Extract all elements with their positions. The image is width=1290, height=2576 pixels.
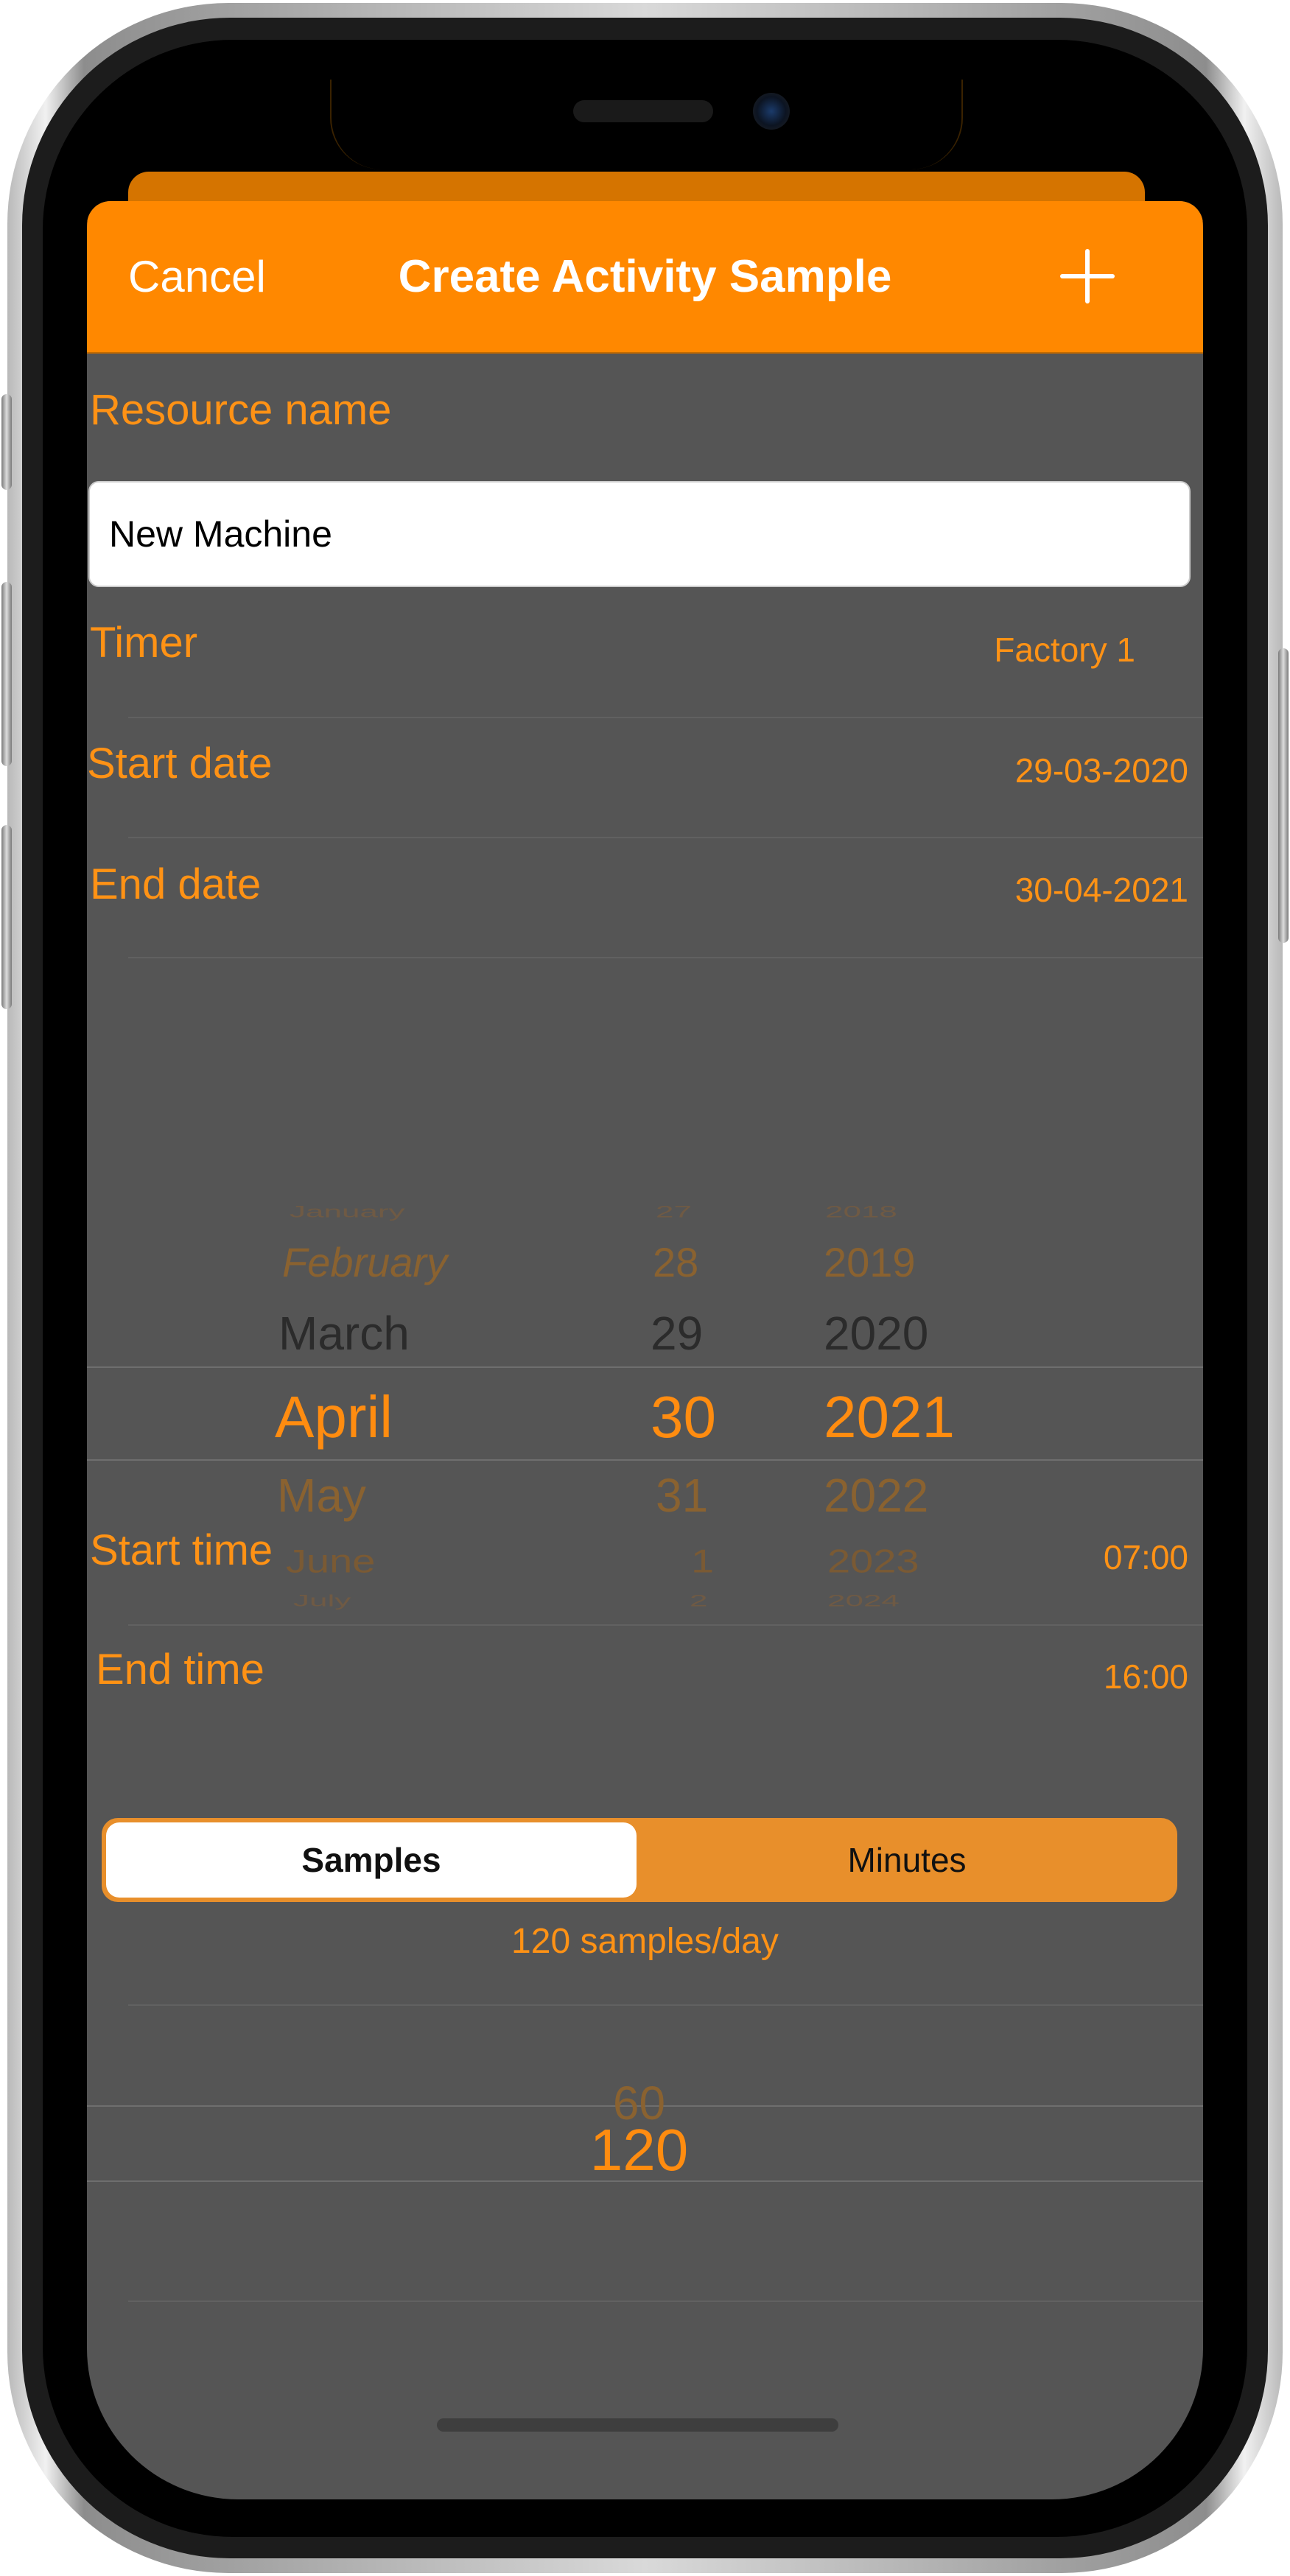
month-option[interactable]: May [277,1468,366,1523]
end-time-value[interactable]: 16:00 [1104,1657,1188,1696]
month-option[interactable]: March [278,1306,410,1361]
end-date-label: End date [90,860,262,908]
page-title: Create Activity Sample [398,251,892,302]
start-time-label: Start time [90,1526,273,1574]
day-option[interactable]: 28 [653,1238,698,1286]
row-separator [128,717,1203,718]
plus-icon[interactable] [1058,247,1117,306]
month-option[interactable]: July [293,1592,351,1610]
start-date-value[interactable]: 29-03-2020 [1015,751,1188,790]
timer-label: Timer [90,619,198,667]
year-option[interactable]: 2023 [827,1542,919,1580]
start-date-label: Start date [87,740,273,787]
resource-name-label: Resource name [90,386,392,434]
picker-bottom-line [128,2300,1203,2302]
row-separator [128,957,1203,958]
start-time-value[interactable]: 07:00 [1104,1537,1188,1577]
samples-per-day-text: 120 samples/day [511,1922,779,1961]
month-option[interactable]: January [290,1203,405,1221]
row-separator [128,837,1203,838]
year-option[interactable]: 2024 [827,1592,900,1610]
timer-value[interactable]: Factory 1 [994,630,1135,670]
year-option[interactable]: 2022 [824,1468,928,1523]
picker-top-line [128,2004,1203,2006]
month-option-selected[interactable]: April [275,1383,393,1451]
day-option[interactable]: 1 [691,1542,714,1580]
notch [330,80,963,169]
create-activity-sample-modal: Cancel Create Activity Sample Resource n… [87,201,1203,2499]
navigation-bar: Cancel Create Activity Sample [87,201,1203,354]
count-option-selected[interactable]: 120 [87,2116,1197,2184]
date-picker-selection-band [87,1366,1203,1461]
front-camera [753,93,790,130]
resource-name-input[interactable]: New Machine [88,481,1191,587]
volume-down-button [1,825,12,1009]
year-option[interactable]: 2019 [824,1238,916,1286]
silent-switch [1,394,12,490]
segment-samples[interactable]: Samples [106,1822,637,1898]
year-option[interactable]: 2020 [824,1306,928,1361]
month-option[interactable]: February [282,1238,447,1286]
screen: Cancel Create Activity Sample Resource n… [87,80,1203,2499]
power-button [1278,648,1289,943]
earpiece-speaker [573,100,713,122]
month-option[interactable]: June [286,1542,375,1580]
day-option[interactable]: 27 [656,1203,692,1221]
phone-frame: Cancel Create Activity Sample Resource n… [0,0,1290,2576]
year-option[interactable]: 2018 [825,1203,897,1221]
segment-minutes[interactable]: Minutes [641,1822,1173,1898]
day-option-selected[interactable]: 30 [651,1383,716,1451]
day-option[interactable]: 2 [690,1592,707,1610]
end-date-value[interactable]: 30-04-2021 [1015,870,1188,910]
day-option[interactable]: 31 [656,1468,708,1523]
row-separator [128,1624,1203,1626]
year-option-selected[interactable]: 2021 [824,1383,955,1451]
samples-minutes-segmented-control[interactable]: Samples Minutes [102,1818,1177,1902]
home-indicator[interactable] [437,2418,838,2432]
day-option[interactable]: 29 [651,1306,703,1361]
volume-up-button [1,582,12,766]
end-time-label: End time [96,1646,264,1694]
